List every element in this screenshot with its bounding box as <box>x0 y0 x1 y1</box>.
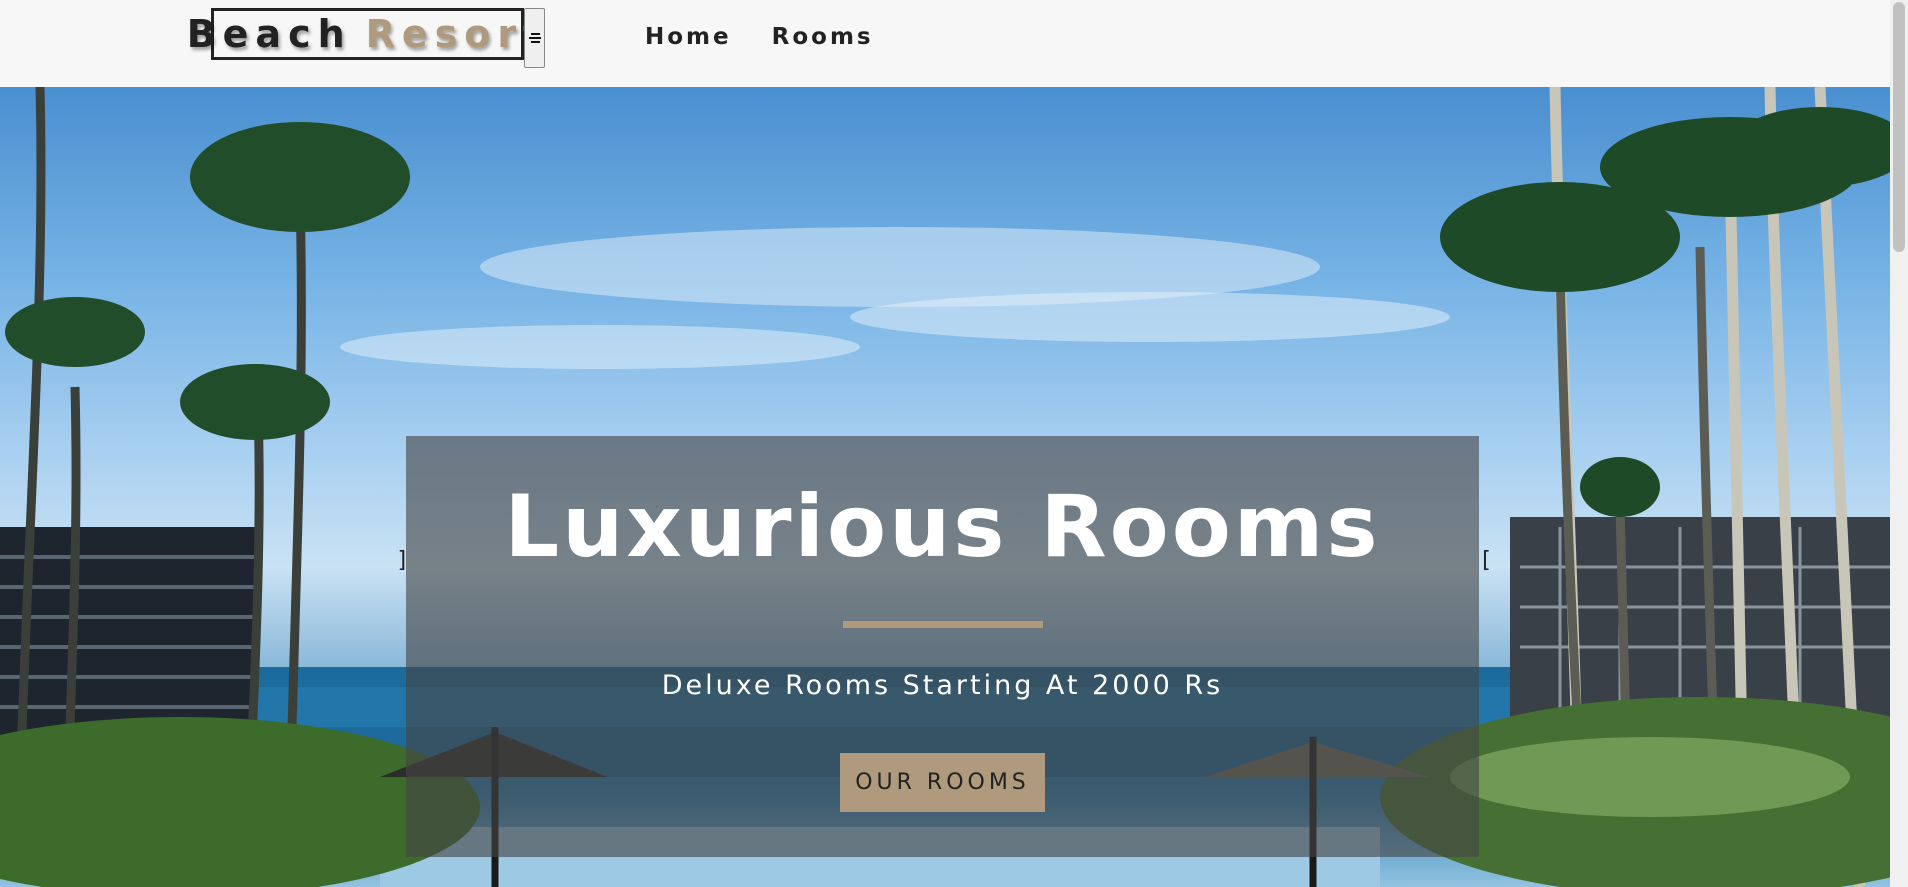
nav-link-home[interactable]: Home <box>645 20 732 54</box>
our-rooms-button[interactable]: OUR ROOMS <box>840 753 1045 812</box>
menu-icon <box>528 33 541 43</box>
hero-subtitle: Deluxe Rooms Starting At 2000 Rs <box>661 670 1224 701</box>
left-bracket-text: ] <box>396 548 410 573</box>
nav-link-rooms[interactable]: Rooms <box>772 20 874 54</box>
logo-word-resort: Resort <box>365 12 549 56</box>
hero-title: Luxurious Rooms <box>504 477 1381 577</box>
title-divider <box>843 621 1043 628</box>
scrollbar-thumb[interactable] <box>1893 2 1905 252</box>
site-logo[interactable]: Beach Resort <box>187 8 541 60</box>
right-bracket-text: [ <box>1479 548 1493 573</box>
logo-word-beach: Beach <box>186 12 352 56</box>
hero-background: Luxurious Rooms Deluxe Rooms Starting At… <box>0 87 1890 887</box>
hero-banner: Luxurious Rooms Deluxe Rooms Starting At… <box>406 436 1479 857</box>
nav-toggle-button[interactable] <box>524 8 545 68</box>
nav-links: Home Rooms <box>645 20 914 54</box>
navbar: Beach Resort Home Rooms <box>0 0 1890 87</box>
page-scrollbar[interactable] <box>1890 0 1908 887</box>
